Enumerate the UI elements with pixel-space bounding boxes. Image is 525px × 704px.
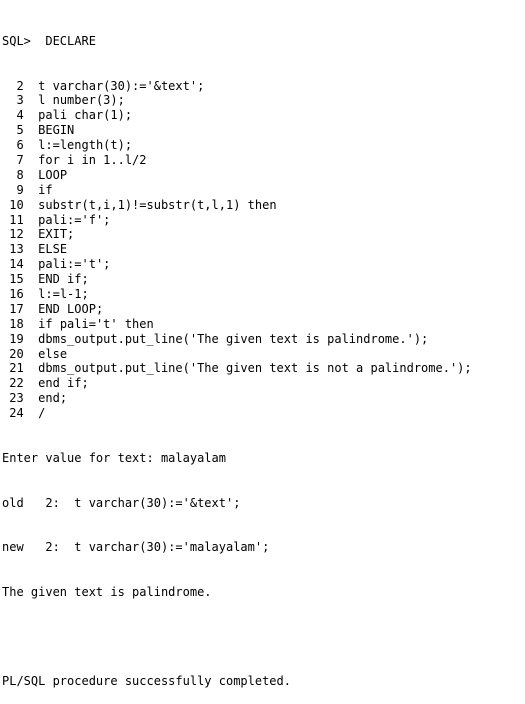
code-line: 14 pali:='t'; [2,257,525,272]
line-number: 10 [2,197,24,212]
code-line: 8 LOOP [2,168,525,183]
code-text: LOOP [38,167,68,182]
code-line: 16 l:=l-1; [2,287,525,302]
code-text: / [38,406,46,421]
line-number: 9 [2,182,24,197]
code-line: 21 dbms_output.put_line('The given text … [2,361,525,376]
code-line: 20 else [2,347,525,362]
code-line: 2 t varchar(30):='&text'; [2,79,525,94]
completion-message: PL/SQL procedure successfully completed. [2,674,291,689]
result-line: The given text is palindrome. [2,584,212,599]
code-text: pali:='t'; [38,257,111,272]
line-number: 8 [2,167,24,182]
line-number: 3 [2,93,24,108]
code-text: l number(3); [38,93,125,108]
line-number: 21 [2,361,24,376]
line-number: 16 [2,286,24,301]
code-text: if pali='t' then [38,316,154,331]
line-number: 24 [2,406,24,421]
code-line: 23 end; [2,391,525,406]
code-line: 5 BEGIN [2,123,525,138]
code-line: 24 / [2,406,525,421]
line-number: 5 [2,123,24,138]
code-line: 17 END LOOP; [2,302,525,317]
line-number: 7 [2,152,24,167]
enter-value-line: Enter value for text: malayalam [2,450,226,465]
code-lines: 2 t varchar(30):='&text'; 3 l number(3);… [2,79,525,421]
line-number: 22 [2,376,24,391]
line-number: 20 [2,346,24,361]
code-line: 15 END if; [2,272,525,287]
code-text: l:=length(t); [38,138,133,153]
line-number: 2 [2,78,24,93]
code-line: 19 dbms_output.put_line('The given text … [2,332,525,347]
code-text: dbms_output.put_line('The given text is … [38,361,472,376]
code-text: end; [38,391,68,406]
header-line: SQL> DECLARE [2,34,525,49]
code-text: for i in 1..l/2 [38,152,147,167]
code-text: dbms_output.put_line('The given text is … [38,331,429,346]
code-text: l:=l-1; [38,286,89,301]
code-text: t varchar(30):='&text'; [38,78,205,93]
code-text: if [38,182,53,197]
sql-prompt: SQL> [2,33,31,48]
code-line: 22 end if; [2,376,525,391]
declare-keyword: DECLARE [45,33,96,48]
code-line: 13 ELSE [2,242,525,257]
code-text: END LOOP; [38,301,104,316]
code-line: 7 for i in 1..l/2 [2,153,525,168]
line-number: 11 [2,212,24,227]
code-line: 4 pali char(1); [2,108,525,123]
code-line: 18 if pali='t' then [2,317,525,332]
code-line: 11 pali:='f'; [2,213,525,228]
line-number: 6 [2,138,24,153]
code-text: BEGIN [38,123,75,138]
line-number: 18 [2,316,24,331]
code-line: 10 substr(t,i,1)!=substr(t,l,1) then [2,198,525,213]
code-text: EXIT; [38,227,75,242]
sqlplus-console[interactable]: SQL> DECLARE 2 t varchar(30):='&text'; 3… [0,0,525,688]
line-number: 15 [2,272,24,287]
new-substitution-line: new 2: t varchar(30):='malayalam'; [2,540,270,555]
old-substitution-line: old 2: t varchar(30):='&text'; [2,495,241,510]
code-text: pali char(1); [38,108,133,123]
code-text: substr(t,i,1)!=substr(t,l,1) then [38,197,277,212]
code-line: 12 EXIT; [2,227,525,242]
line-number: 23 [2,391,24,406]
code-line: 9 if [2,183,525,198]
code-text: else [38,346,68,361]
line-number: 4 [2,108,24,123]
code-line: 3 l number(3); [2,93,525,108]
line-number: 17 [2,301,24,316]
code-text: END if; [38,272,89,287]
code-text: ELSE [38,242,68,257]
line-number: 13 [2,242,24,257]
line-number: 14 [2,257,24,272]
code-line: 6 l:=length(t); [2,138,525,153]
code-text: pali:='f'; [38,212,111,227]
line-number: 19 [2,331,24,346]
line-number: 12 [2,227,24,242]
code-text: end if; [38,376,89,391]
